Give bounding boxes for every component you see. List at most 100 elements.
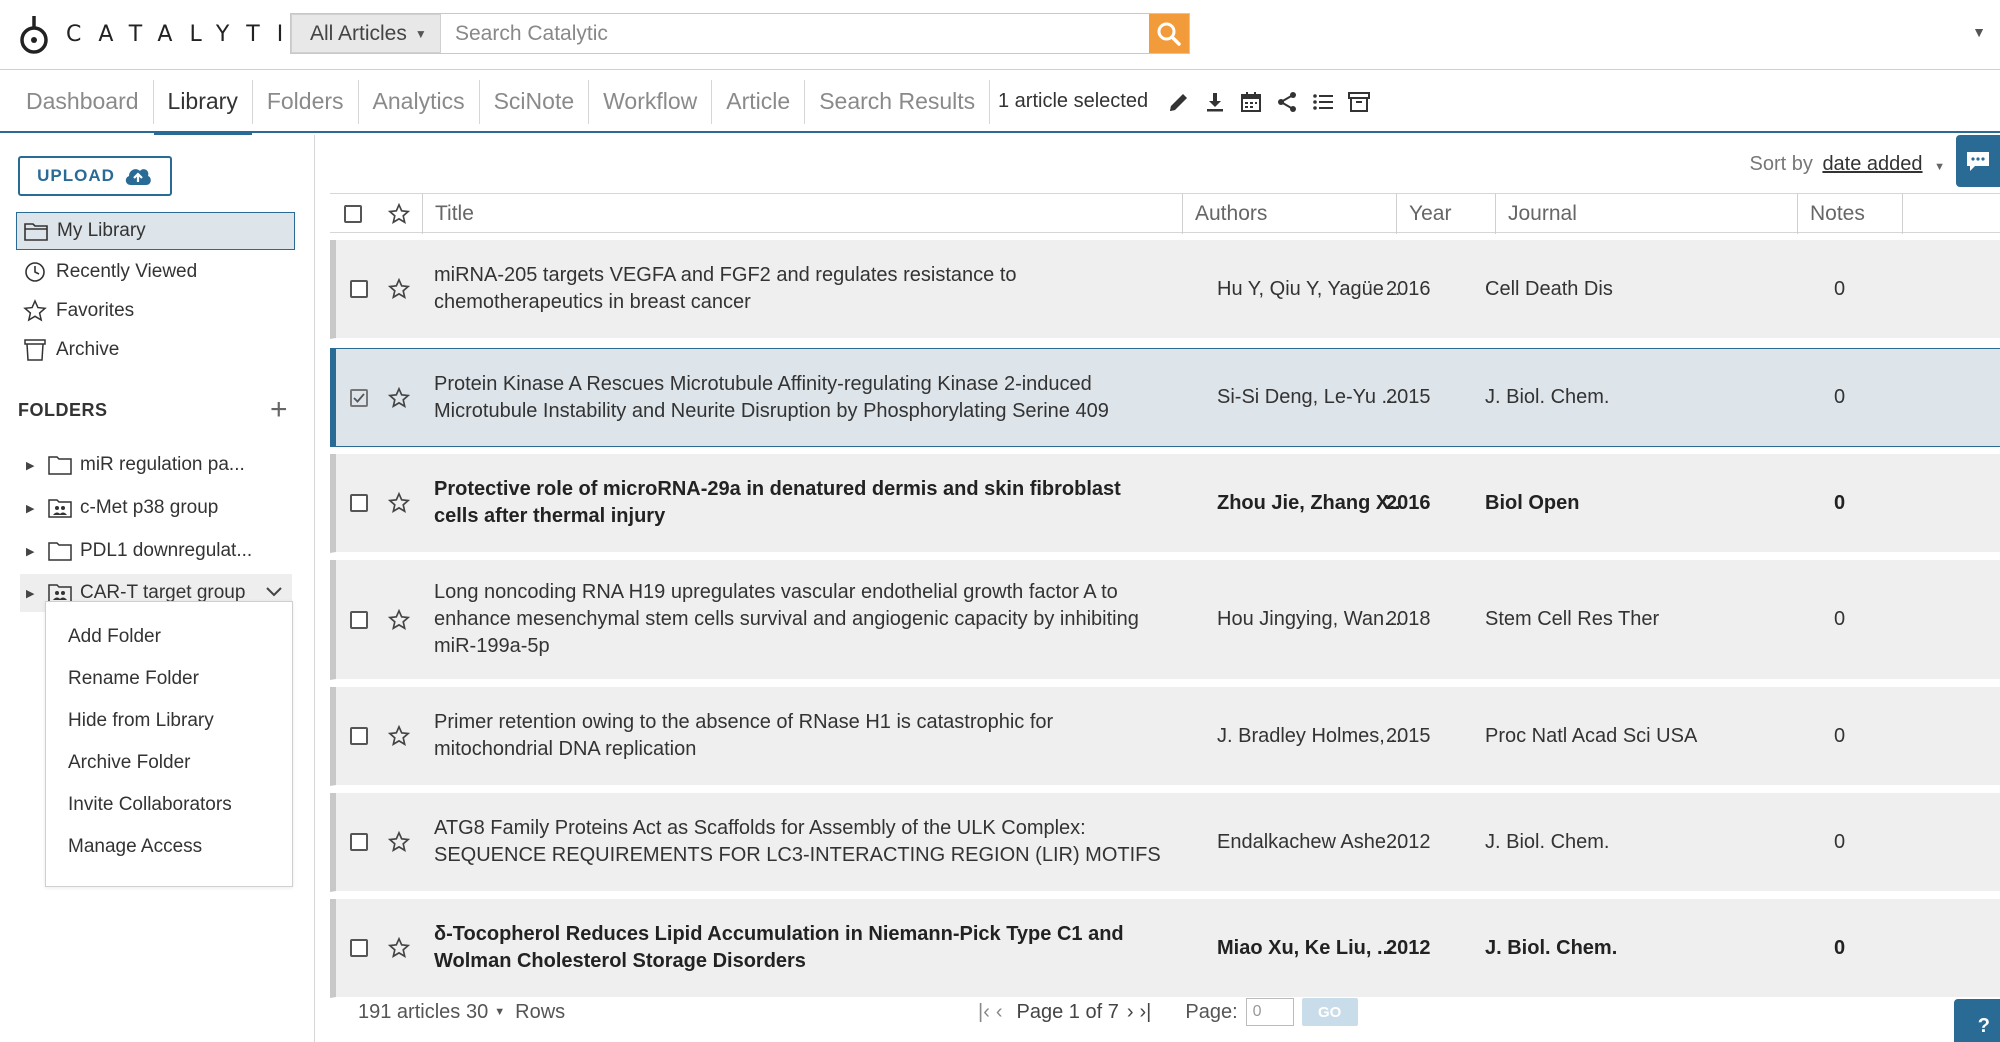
calendar-icon[interactable] bbox=[1238, 89, 1264, 115]
search-scope-dropdown[interactable]: All Articles ▼ bbox=[291, 14, 441, 53]
last-page-icon[interactable]: ›| bbox=[1140, 1001, 1152, 1024]
table-row-unread[interactable]: Protective role of microRNA-29a in denat… bbox=[330, 454, 2000, 553]
row-title[interactable]: miRNA-205 targets VEGFA and FGF2 and reg… bbox=[434, 240, 1164, 338]
tab-scinote[interactable]: SciNote bbox=[480, 79, 590, 124]
menu-item-rename-folder[interactable]: Rename Folder bbox=[46, 658, 292, 700]
menu-item-invite-collaborators[interactable]: Invite Collaborators bbox=[46, 784, 292, 826]
expand-triangle-icon[interactable]: ▶ bbox=[26, 545, 40, 558]
table-row[interactable]: ATG8 Family Proteins Act as Scaffolds fo… bbox=[330, 793, 2000, 892]
column-header-authors[interactable]: Authors bbox=[1182, 194, 1396, 234]
row-title[interactable]: ATG8 Family Proteins Act as Scaffolds fo… bbox=[434, 793, 1164, 891]
star-icon[interactable] bbox=[388, 687, 410, 785]
row-authors: Hou Jingying, Wan... bbox=[1217, 608, 1401, 630]
nav-tabs: Dashboard Library Folders Analytics SciN… bbox=[12, 70, 991, 136]
star-icon bbox=[22, 299, 48, 323]
select-all-checkbox[interactable] bbox=[344, 194, 362, 234]
row-checkbox[interactable] bbox=[350, 833, 368, 851]
table-row[interactable]: miRNA-205 targets VEGFA and FGF2 and reg… bbox=[330, 240, 2000, 339]
tab-workflow[interactable]: Workflow bbox=[589, 79, 713, 124]
page-input[interactable] bbox=[1245, 998, 1294, 1026]
folders-header: FOLDERS + bbox=[18, 393, 288, 427]
first-page-icon[interactable]: |‹ bbox=[978, 1001, 990, 1024]
sidebar-item-favorites[interactable]: Favorites bbox=[16, 292, 295, 330]
row-title[interactable]: Protective role of microRNA-29a in denat… bbox=[434, 454, 1164, 552]
row-notes: 0 bbox=[1834, 830, 1846, 853]
folder-item[interactable]: ▶ c-Met p38 group bbox=[20, 489, 292, 527]
folder-item[interactable]: ▶ miR regulation pa... bbox=[20, 446, 292, 484]
row-checkbox[interactable] bbox=[350, 494, 368, 512]
rows-per-page-select[interactable]: 30 ▼ Rows bbox=[466, 1001, 565, 1024]
archive-icon[interactable] bbox=[1346, 89, 1372, 115]
folder-item[interactable]: ▶ PDL1 downregulat... bbox=[20, 532, 292, 570]
go-button[interactable]: GO bbox=[1301, 998, 1358, 1026]
menu-item-archive-folder[interactable]: Archive Folder bbox=[46, 742, 292, 784]
row-title[interactable]: Long noncoding RNA H19 upregulates vascu… bbox=[434, 560, 1164, 679]
expand-triangle-icon[interactable]: ▶ bbox=[26, 459, 40, 472]
tab-folders[interactable]: Folders bbox=[253, 79, 359, 124]
list-icon[interactable] bbox=[1310, 89, 1336, 115]
nav-bar: Dashboard Library Folders Analytics SciN… bbox=[0, 70, 2000, 136]
star-icon[interactable] bbox=[388, 899, 410, 997]
tab-label: Analytics bbox=[372, 88, 465, 114]
account-menu-caret-icon[interactable]: ▼ bbox=[1972, 24, 1986, 40]
row-year: 2016 bbox=[1386, 277, 1431, 300]
expand-triangle-icon[interactable]: ▶ bbox=[26, 587, 40, 600]
row-checkbox[interactable] bbox=[350, 727, 368, 745]
next-page-icon[interactable]: › bbox=[1127, 1001, 1134, 1024]
star-column-icon[interactable] bbox=[388, 194, 410, 234]
sort-control[interactable]: Sort by date added ▼ bbox=[1750, 153, 1945, 176]
table-row[interactable]: Primer retention owing to the absence of… bbox=[330, 687, 2000, 786]
tab-library[interactable]: Library bbox=[153, 79, 253, 136]
row-checkbox-checked[interactable] bbox=[350, 388, 368, 407]
star-icon[interactable] bbox=[388, 454, 410, 552]
tab-dashboard[interactable]: Dashboard bbox=[12, 79, 154, 124]
share-icon[interactable] bbox=[1274, 89, 1300, 115]
star-icon[interactable] bbox=[388, 240, 410, 338]
menu-item-hide-from-library[interactable]: Hide from Library bbox=[46, 700, 292, 742]
upload-button[interactable]: UPLOAD bbox=[18, 156, 172, 196]
star-icon[interactable] bbox=[388, 349, 410, 446]
table-row-unread[interactable]: δ-Tocopherol Reduces Lipid Accumulation … bbox=[330, 899, 2000, 998]
checkbox[interactable] bbox=[344, 205, 362, 223]
top-bar: CATALYTIC All Articles ▼ ▼ bbox=[0, 0, 2000, 70]
sidebar: UPLOAD My Library Recently Viewed Favori… bbox=[0, 135, 315, 1042]
chat-button[interactable] bbox=[1956, 135, 2000, 187]
row-title[interactable]: δ-Tocopherol Reduces Lipid Accumulation … bbox=[434, 899, 1164, 997]
sidebar-item-archive[interactable]: Archive bbox=[16, 331, 295, 369]
menu-item-add-folder[interactable]: Add Folder bbox=[46, 616, 292, 658]
column-header-title[interactable]: Title bbox=[422, 194, 1182, 234]
expand-triangle-icon[interactable]: ▶ bbox=[26, 502, 40, 515]
edit-pencil-icon[interactable] bbox=[1166, 89, 1192, 115]
download-icon[interactable] bbox=[1202, 89, 1228, 115]
row-checkbox[interactable] bbox=[350, 939, 368, 957]
sort-value[interactable]: date added bbox=[1822, 153, 1922, 175]
tab-article[interactable]: Article bbox=[712, 79, 806, 124]
help-button[interactable]: ? bbox=[1954, 999, 2000, 1042]
tab-label: Library bbox=[167, 88, 238, 114]
row-title[interactable]: Primer retention owing to the absence of… bbox=[434, 687, 1164, 785]
row-checkbox[interactable] bbox=[350, 280, 368, 298]
tab-search-results[interactable]: Search Results bbox=[805, 79, 991, 124]
search-button[interactable] bbox=[1149, 14, 1189, 53]
row-title[interactable]: Protein Kinase A Rescues Microtubule Aff… bbox=[434, 349, 1164, 446]
menu-item-manage-access[interactable]: Manage Access bbox=[46, 826, 292, 868]
sidebar-item-my-library[interactable]: My Library bbox=[16, 212, 295, 250]
column-header-notes[interactable]: Notes bbox=[1797, 194, 1903, 234]
sidebar-item-recently-viewed[interactable]: Recently Viewed bbox=[16, 253, 295, 291]
table-row-selected[interactable]: Protein Kinase A Rescues Microtubule Aff… bbox=[330, 348, 2000, 447]
row-journal: J. Biol. Chem. bbox=[1485, 936, 1618, 959]
search-input[interactable] bbox=[441, 14, 1149, 53]
add-folder-plus-icon[interactable]: + bbox=[270, 393, 288, 427]
tab-analytics[interactable]: Analytics bbox=[359, 79, 480, 124]
catalytic-logo[interactable]: CATALYTIC bbox=[18, 12, 333, 56]
column-header-year[interactable]: Year bbox=[1396, 194, 1495, 234]
pagination: |‹ ‹ Page 1 of 7 › ›| Page: GO bbox=[978, 998, 1358, 1026]
prev-page-icon[interactable]: ‹ bbox=[996, 1001, 1003, 1024]
star-icon[interactable] bbox=[388, 793, 410, 891]
column-header-journal[interactable]: Journal bbox=[1495, 194, 1797, 234]
star-icon[interactable] bbox=[388, 560, 410, 679]
row-notes: 0 bbox=[1834, 491, 1846, 514]
row-checkbox[interactable] bbox=[350, 610, 368, 629]
table-row[interactable]: Long noncoding RNA H19 upregulates vascu… bbox=[330, 560, 2000, 680]
row-journal: Biol Open bbox=[1485, 491, 1580, 514]
